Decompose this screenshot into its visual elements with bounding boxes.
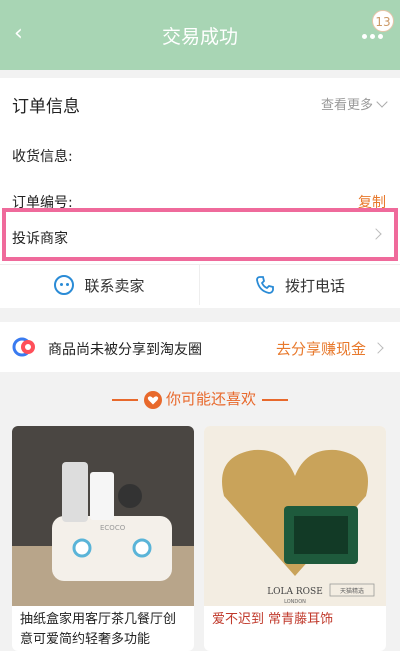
chevron-down-icon (376, 96, 388, 108)
tissue-box-image: ECOCO (12, 426, 194, 606)
earring-gift-image: LOLA ROSE LONDON 天猫精选 (204, 426, 386, 606)
divider-line (111, 398, 138, 401)
order-info-title: 订单信息 (12, 97, 80, 117)
page-title: 交易成功 (161, 26, 238, 48)
chevron-right-icon (372, 342, 384, 354)
store-tag-text: 天猫精选 (340, 587, 364, 595)
product-card[interactable]: ECOCO 抽纸盒家用客厅茶几餐厅创意可爱简约轻奢多功能 (12, 426, 194, 651)
contact-seller-button[interactable]: 联系卖家 (0, 265, 200, 305)
view-more-label: 查看更多 (320, 98, 373, 113)
call-button[interactable]: 拨打电话 (200, 265, 400, 305)
order-info-card: 订单信息 查看更多 收货信息: 订单编号: 复制 投诉商家 联系卖家 拨打电话 (0, 78, 400, 308)
share-text: 商品尚未被分享到淘友圈 (48, 342, 202, 358)
heart-icon (143, 390, 162, 409)
receiver-label: 收货信息: (12, 149, 73, 165)
brand-text: ECOCO (100, 524, 126, 532)
brand-sub-text: LONDON (284, 599, 306, 605)
recommend-header: 你可能还喜欢 (0, 388, 400, 418)
top-bar: ‹ 交易成功 13 (0, 0, 400, 70)
share-circle-icon (12, 337, 35, 357)
contact-seller-label: 联系卖家 (84, 276, 145, 295)
product-name: 抽纸盒家用客厅茶几餐厅创意可爱简约轻奢多功能 (20, 612, 177, 647)
share-cta[interactable]: 去分享赚现金 (276, 338, 366, 359)
share-banner[interactable]: 商品尚未被分享到淘友圈 去分享赚现金 (0, 322, 400, 372)
phone-icon (256, 276, 274, 294)
chat-icon (54, 275, 75, 295)
view-more-link[interactable]: 查看更多 (320, 94, 388, 113)
call-label: 拨打电话 (284, 276, 345, 295)
recommend-title: 你可能还喜欢 (165, 390, 256, 408)
contact-row: 联系卖家 拨打电话 (0, 264, 400, 305)
product-card[interactable]: LOLA ROSE LONDON 天猫精选 爱不迟到 常青藤耳饰 (204, 426, 386, 651)
notification-badge: 13 (372, 10, 394, 32)
divider-line (262, 398, 288, 401)
brand-logo-text: LOLA ROSE (267, 587, 323, 597)
highlight-box (2, 208, 398, 261)
product-name: 爱不迟到 常青藤耳饰 (212, 612, 334, 627)
